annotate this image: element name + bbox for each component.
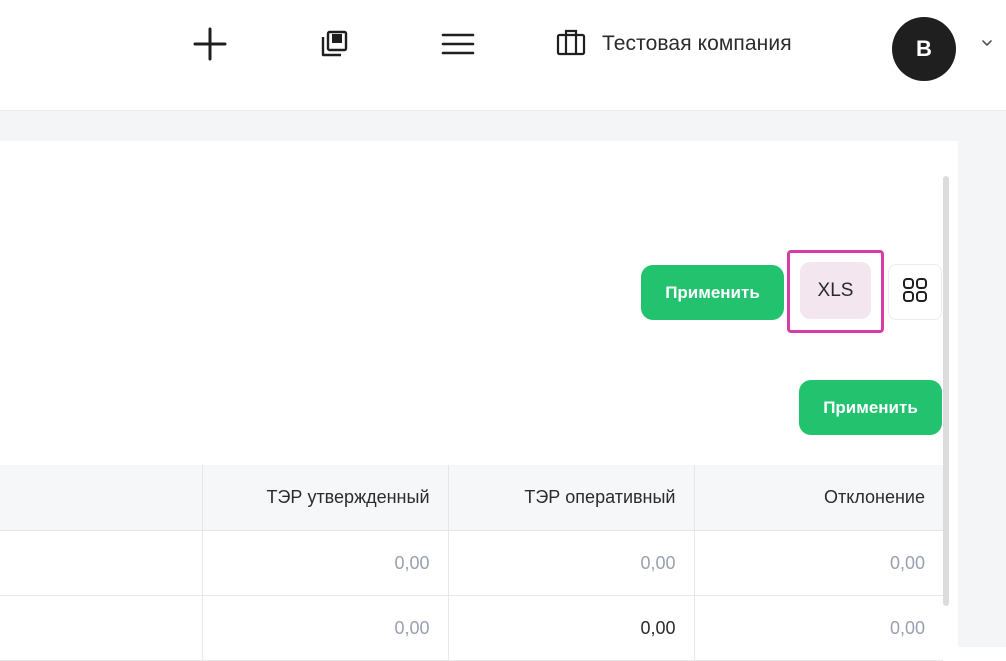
right-margin xyxy=(958,141,1006,647)
grid-view-button[interactable] xyxy=(888,264,942,320)
table-cell[interactable]: 0,00 xyxy=(201,595,448,661)
plus-icon[interactable] xyxy=(192,26,228,62)
column-header[interactable]: ТЭР оперативный xyxy=(447,465,694,531)
menu-icon[interactable] xyxy=(440,28,476,60)
page-header-strip xyxy=(0,111,1006,141)
avatar[interactable]: B xyxy=(892,17,956,81)
company-name: Тестовая компания xyxy=(602,32,792,55)
table-row: 0,00 0,00 0,00 xyxy=(0,595,943,661)
chevron-down-icon[interactable] xyxy=(980,36,994,50)
table-row: 0,00 0,00 0,00 xyxy=(0,530,943,596)
column-header[interactable] xyxy=(0,465,202,531)
xls-export-button[interactable]: XLS xyxy=(800,262,871,319)
table-cell[interactable]: 0,00 xyxy=(201,530,448,596)
table-cell[interactable]: 0,00 xyxy=(447,530,694,596)
apply-button-2[interactable]: Применить xyxy=(799,380,942,435)
apply-button[interactable]: Применить xyxy=(641,265,784,320)
table-cell: 0,00 xyxy=(693,595,943,661)
top-bar: Тестовая компания B xyxy=(0,0,1006,111)
grid-icon xyxy=(902,277,928,308)
column-header[interactable]: ТЭР утвержденный xyxy=(201,465,448,531)
table-cell: 0,00 xyxy=(693,530,943,596)
company-selector[interactable]: Тестовая компания xyxy=(556,26,792,62)
table-cell[interactable]: 0,00 xyxy=(447,595,694,661)
table-header-row: ТЭР утвержденный ТЭР оперативный Отклоне… xyxy=(0,465,943,531)
table-cell xyxy=(0,595,202,661)
data-table: ТЭР утвержденный ТЭР оперативный Отклоне… xyxy=(0,465,943,661)
briefcase-icon xyxy=(556,28,586,61)
column-header[interactable]: Отклонение xyxy=(693,465,943,531)
vertical-scrollbar[interactable] xyxy=(943,176,949,606)
table-cell xyxy=(0,530,202,596)
copy-icon[interactable] xyxy=(318,28,350,60)
